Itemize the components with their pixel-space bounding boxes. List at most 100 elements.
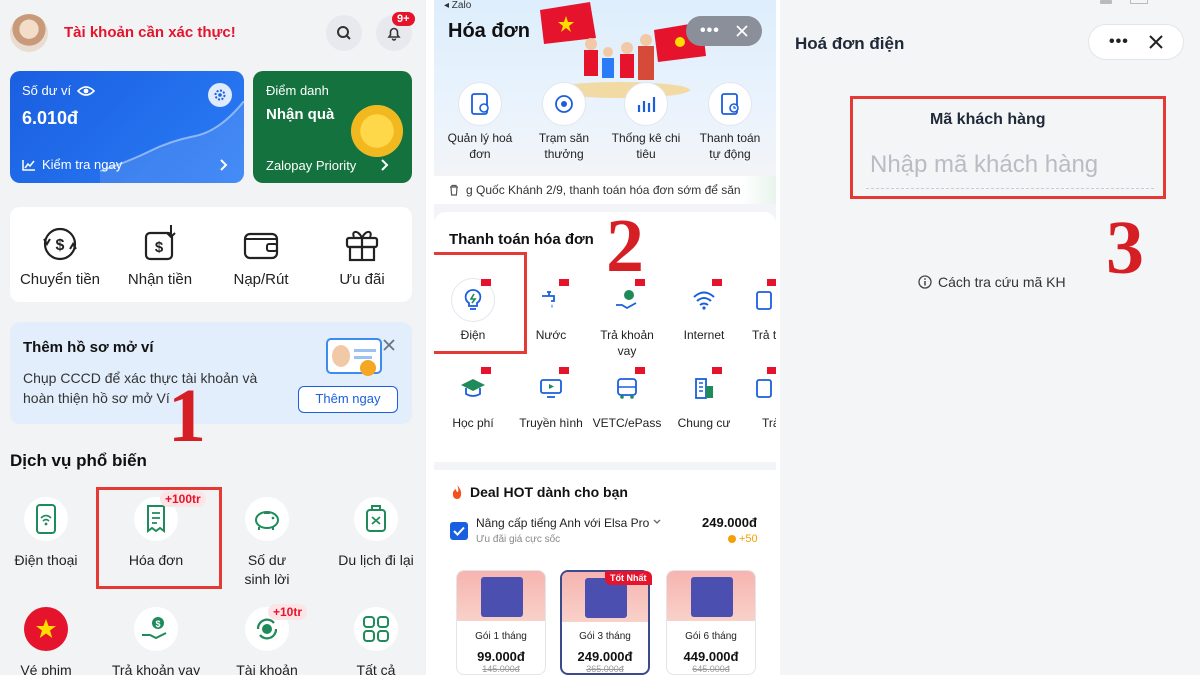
water-tap-icon bbox=[542, 291, 555, 308]
more-options-icon[interactable]: ••• bbox=[1109, 34, 1129, 50]
flag-icon bbox=[767, 279, 776, 286]
bill-internet[interactable]: Internet bbox=[665, 278, 743, 343]
topup-withdraw-button[interactable]: Nạp/Rút bbox=[211, 223, 311, 288]
promo-body: Chụp CCCD để xác thực tài khoản và hoàn … bbox=[23, 370, 258, 406]
service-loan[interactable]: $ Trả khoản vay bbox=[110, 607, 202, 675]
bar-chart-icon bbox=[637, 97, 656, 112]
popular-services-title: Dịch vụ phổ biến bbox=[10, 451, 147, 470]
plan-card-2[interactable]: Gói 3 tháng 249.000đ 365.000đ bbox=[560, 570, 650, 675]
svg-text:$: $ bbox=[155, 239, 164, 256]
close-icon[interactable] bbox=[736, 25, 748, 37]
flag-icon bbox=[481, 367, 491, 374]
checkin-title: Nhận quà bbox=[266, 106, 335, 123]
deal-title: Deal HOT dành cho bạn bbox=[450, 484, 628, 500]
wallet-icon bbox=[243, 232, 279, 260]
flag-icon bbox=[712, 279, 722, 286]
promo-title: Thêm hồ sơ mở ví bbox=[23, 339, 154, 356]
plan-card-3[interactable]: Gói 6 tháng 449.000đ 645.000đ bbox=[666, 570, 756, 675]
info-icon bbox=[918, 275, 932, 289]
electricity-bill-screen: Hoá đơn điện ••• Mã khách hàng #p3 input… bbox=[780, 0, 1200, 675]
close-icon[interactable] bbox=[382, 338, 396, 352]
hand-coin-icon bbox=[616, 290, 637, 310]
search-button[interactable] bbox=[326, 15, 362, 51]
bill-tv[interactable]: Truyền hình bbox=[512, 366, 590, 431]
divider bbox=[426, 0, 434, 675]
bill-installment[interactable]: Trả tí bbox=[742, 278, 776, 343]
svg-text:$: $ bbox=[155, 619, 160, 629]
more-options-icon[interactable]: ••• bbox=[700, 23, 720, 39]
feature-reward-station[interactable]: Trạm săn thưởng bbox=[524, 82, 604, 162]
checkin-label: Điểm danh bbox=[266, 83, 329, 98]
battery-icon bbox=[1130, 0, 1148, 4]
chevron-down-icon bbox=[653, 519, 661, 524]
deal-product[interactable]: Nâng cấp tiếng Anh với Elsa Pro bbox=[476, 516, 661, 530]
account-promo-badge: +10tr bbox=[268, 604, 308, 620]
page-title: Hóa đơn bbox=[448, 20, 530, 42]
window-controls: ••• bbox=[1088, 24, 1184, 60]
bill-section-title: Thanh toán hóa đơn bbox=[449, 231, 594, 248]
piggy-bank-icon bbox=[255, 511, 279, 530]
service-movie[interactable]: Vé phim bbox=[0, 607, 92, 675]
deal-checkbox[interactable] bbox=[450, 522, 468, 540]
bill-payment-screen: ◂ Zalo Hóa đơn ••• Quản lý hoá đơn Trạm … bbox=[434, 0, 776, 675]
balance-card[interactable]: Số dư ví 6.010đ Kiểm tra ngay bbox=[10, 71, 244, 183]
product-box-image bbox=[481, 577, 523, 617]
feature-manage-bills[interactable]: Quản lý hoá đơn bbox=[440, 82, 520, 162]
receive-button[interactable]: $ Nhận tiền bbox=[110, 223, 210, 288]
gear-icon bbox=[214, 89, 226, 101]
page-title: Hoá đơn điện bbox=[795, 34, 905, 53]
plan-card-1[interactable]: Gói 1 tháng 99.000đ 145.000đ bbox=[456, 570, 546, 675]
checkin-card[interactable]: Điểm danh Nhận quà Zalopay Priority bbox=[253, 71, 412, 183]
document-clock-icon bbox=[721, 93, 739, 115]
deal-points: +50 bbox=[728, 533, 758, 545]
signal-icon bbox=[1100, 0, 1112, 4]
flag-icon bbox=[712, 367, 722, 374]
balance-amount: 6.010đ bbox=[22, 108, 79, 128]
service-travel[interactable]: Du lịch đi lại bbox=[330, 497, 422, 570]
add-now-button[interactable]: Thêm ngay bbox=[298, 386, 398, 413]
profile-promo-card: Thêm hồ sơ mở ví Chụp CCCD để xác thực t… bbox=[10, 322, 412, 424]
warning-icon bbox=[360, 360, 376, 376]
transfer-button[interactable]: $ Chuyển tiền bbox=[10, 223, 110, 288]
highlight-bill-box bbox=[96, 487, 222, 589]
account-verify-warning[interactable]: Tài khoản cần xác thực! bbox=[64, 24, 236, 41]
coin-icon bbox=[351, 105, 403, 157]
bill-more[interactable]: Trả bbox=[742, 366, 776, 431]
service-savings[interactable]: Số dư sinh lời bbox=[221, 497, 313, 589]
feature-spending-stats[interactable]: Thống kê chi tiêu bbox=[606, 82, 686, 162]
product-box-image bbox=[691, 577, 733, 617]
hand-coin-icon: $ bbox=[142, 617, 167, 640]
chevron-right-icon bbox=[220, 159, 228, 171]
eye-icon[interactable] bbox=[77, 85, 96, 97]
offers-button[interactable]: Ưu đãi bbox=[312, 223, 412, 288]
card-icon bbox=[756, 379, 772, 398]
settings-button[interactable] bbox=[208, 83, 232, 107]
close-icon[interactable] bbox=[1149, 35, 1163, 49]
chevron-right-icon bbox=[381, 159, 389, 171]
check-balance-link[interactable]: Kiểm tra ngay bbox=[22, 157, 122, 172]
bill-apartment[interactable]: Chung cư bbox=[665, 366, 743, 431]
deal-price: 249.000đ bbox=[702, 515, 757, 530]
announcement-ticker[interactable]: g Quốc Khánh 2/9, thanh toán hóa đơn sớm… bbox=[434, 176, 776, 204]
avatar[interactable] bbox=[10, 14, 48, 52]
fire-icon bbox=[452, 485, 462, 499]
flag-icon bbox=[559, 367, 569, 374]
target-coin-icon bbox=[555, 95, 573, 113]
gift-icon bbox=[345, 230, 379, 262]
step-number-2: 2 bbox=[606, 204, 644, 288]
bill-loan[interactable]: Trả khoản vay bbox=[588, 278, 666, 359]
transfer-money-icon: $ bbox=[43, 227, 77, 261]
receive-money-icon: $ bbox=[144, 225, 176, 261]
bill-tuition[interactable]: Học phí bbox=[434, 366, 512, 431]
deal-subtitle: Ưu đãi giá cực sốc bbox=[476, 534, 561, 545]
status-bar-back[interactable]: ◂ Zalo bbox=[444, 0, 471, 11]
service-phone[interactable]: Điện thoại bbox=[0, 497, 92, 570]
feature-auto-pay[interactable]: Thanh toán tự động bbox=[690, 82, 770, 162]
bill-etc[interactable]: VETC/ePass bbox=[588, 366, 666, 431]
check-icon bbox=[453, 526, 465, 536]
lookup-help-link[interactable]: Cách tra cứu mã KH bbox=[918, 274, 1066, 290]
highlight-input-box bbox=[850, 96, 1166, 199]
service-all[interactable]: Tất cả bbox=[330, 607, 422, 675]
grid-icon bbox=[363, 616, 389, 642]
building-icon bbox=[695, 378, 713, 399]
